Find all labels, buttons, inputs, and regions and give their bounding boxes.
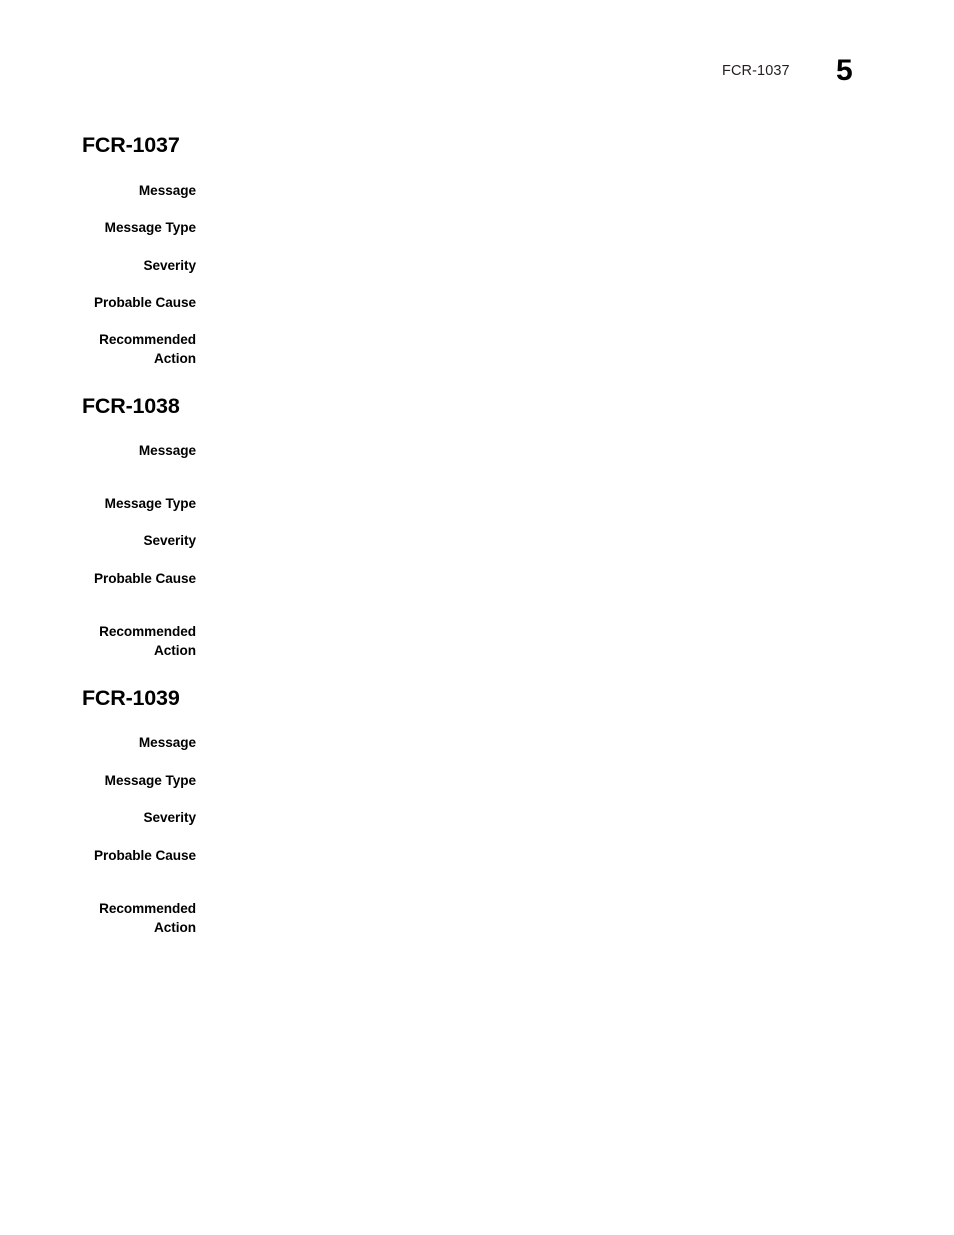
field-label: Probable Cause (93, 295, 196, 310)
field-label: Probable Cause (93, 571, 196, 586)
field-label: Message (138, 735, 196, 750)
field-label: Probable Cause (93, 848, 196, 863)
page-number: 5 (836, 54, 853, 87)
field-label: Severity (143, 533, 196, 548)
field-label: Message Type (104, 773, 196, 788)
field-label: Message (138, 183, 196, 198)
field-label: Recommended Action (99, 901, 196, 935)
section-heading: FCR-1039 (82, 686, 180, 710)
field-label: Recommended Action (99, 624, 196, 658)
running-header: FCR-1037 5 (0, 0, 954, 110)
section-heading: FCR-1037 (82, 133, 180, 157)
document-page: FCR-1037 5 FCR-1037 Message Message Type Se… (0, 0, 954, 1235)
field-label: Message Type (104, 220, 196, 235)
header-chapter-label: FCR-1037 (722, 63, 790, 79)
field-label: Recommended Action (99, 332, 196, 366)
field-label: Severity (143, 810, 196, 825)
field-label: Message Type (104, 496, 196, 511)
field-label: Severity (143, 258, 196, 273)
field-label: Message (138, 443, 196, 458)
section-heading: FCR-1038 (82, 394, 180, 418)
